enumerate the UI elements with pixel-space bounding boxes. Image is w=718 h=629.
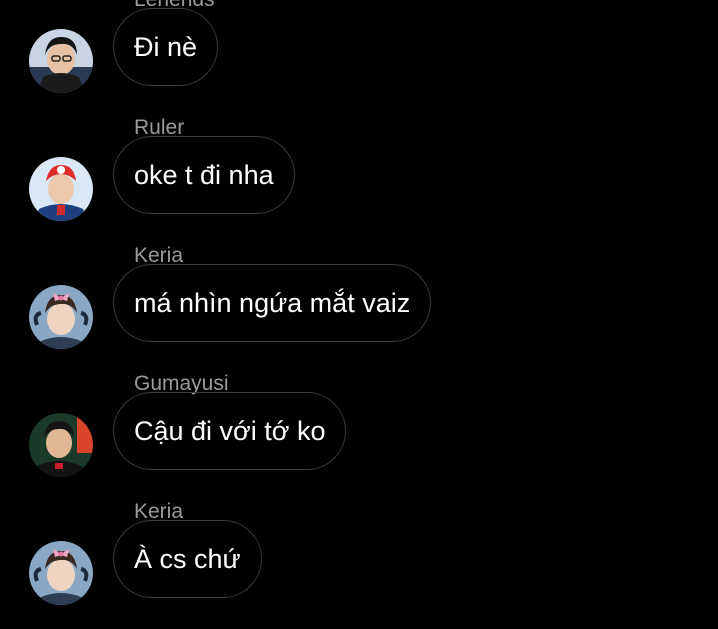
- message-text: oke t đi nha: [134, 159, 274, 190]
- message-row: Ruler oke t đi nha: [0, 116, 718, 244]
- message-row: Keria À cs chứ: [0, 500, 718, 628]
- avatar[interactable]: [29, 29, 93, 93]
- avatar[interactable]: [29, 413, 93, 477]
- avatar[interactable]: [29, 285, 93, 349]
- avatar[interactable]: [29, 157, 93, 221]
- message-bubble[interactable]: À cs chứ: [113, 520, 262, 598]
- message-text: À cs chứ: [134, 543, 241, 574]
- message-text: Cậu đi với tớ ko: [134, 415, 326, 446]
- message-text: má nhìn ngứa mắt vaiz: [134, 287, 411, 318]
- message-bubble[interactable]: má nhìn ngứa mắt vaiz: [113, 264, 432, 342]
- message-bubble[interactable]: Đi nè: [113, 8, 219, 86]
- message-row: Gumayusi Cậu đi với tớ ko: [0, 372, 718, 500]
- avatar[interactable]: [29, 541, 93, 605]
- message-row: Lehends Đi nè: [0, 0, 718, 116]
- chat-thread: Lehends Đi nè Ruler: [0, 0, 718, 629]
- message-row: Keria má nhìn ngứa mắt vaiz: [0, 244, 718, 372]
- message-bubble[interactable]: oke t đi nha: [113, 136, 295, 214]
- message-bubble[interactable]: Cậu đi với tớ ko: [113, 392, 347, 470]
- message-text: Đi nè: [134, 31, 198, 62]
